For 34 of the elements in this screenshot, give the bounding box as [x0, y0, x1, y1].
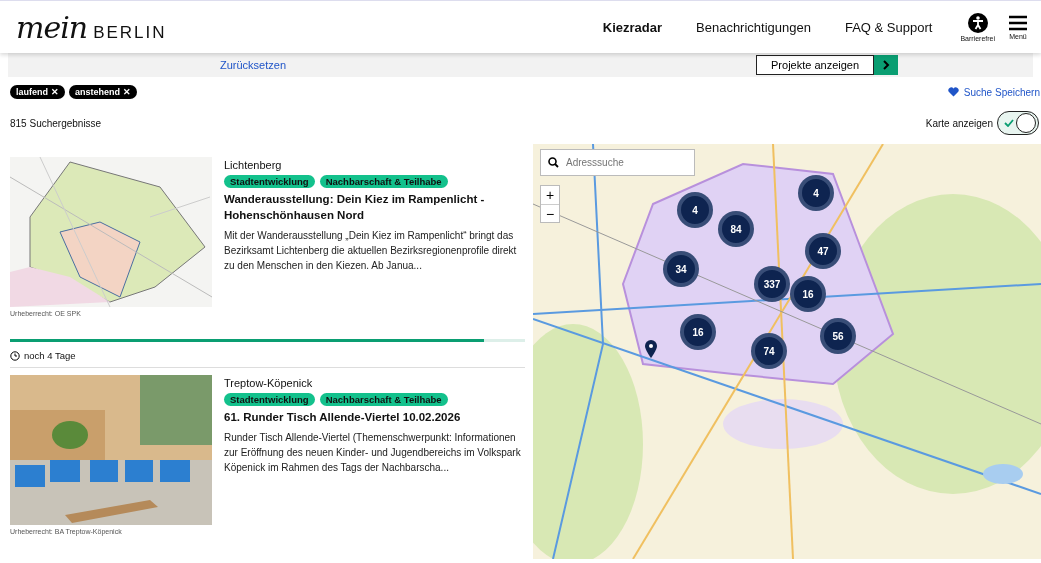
topic-tag: Nachbarschaft & Teilhabe: [319, 175, 448, 188]
logo-wordmark[interactable]: BERLIN: [93, 22, 167, 43]
check-icon: [1004, 119, 1014, 127]
filter-chip[interactable]: anstehend ✕: [69, 85, 138, 99]
project-teaser: Mit der Wanderausstellung „Dein Kiez im Rampenlicht“ bringt das Bezirksamt Lichtenberg die aktuellen Bezirksregionenprofile direkt zu den Menschen in den Kiezen. Ab Janua...: [224, 229, 518, 273]
logo-script[interactable]: mein: [16, 9, 88, 45]
topic-tag: Nachbarschaft & Teilhabe: [319, 393, 448, 406]
map-pin-icon[interactable]: [644, 339, 658, 359]
submit-arrow-button[interactable]: [874, 55, 899, 75]
accessibility-icon: [967, 12, 988, 33]
result-count: 815 Suchergebnisse: [10, 117, 102, 129]
district-label: Lichtenberg: [224, 159, 283, 171]
filter-chip[interactable]: laufend ✕: [10, 85, 65, 99]
project-title[interactable]: 61. Runder Tisch Allende-Viertel 10.02.2026: [224, 409, 525, 425]
chevron-icon: [882, 60, 891, 70]
time-remaining: noch 4 Tage: [24, 350, 76, 361]
search-icon: [548, 157, 559, 168]
save-search-link[interactable]: Suche Speichern: [947, 86, 1040, 98]
district-label: Treptow-Köpenick: [224, 377, 314, 389]
nav-link[interactable]: Kiezradar: [602, 19, 662, 35]
address-search-field[interactable]: Adresssuche: [540, 149, 695, 176]
reset-link[interactable]: Zurücksetzen: [220, 59, 287, 71]
topic-tag: Stadtentwicklung: [224, 393, 315, 406]
topic-tag: Stadtentwicklung: [224, 175, 315, 188]
show-projects-button[interactable]: Projekte anzeigen: [756, 55, 875, 75]
map-toggle-label: Karte anzeigen: [925, 117, 993, 129]
heart-icon: [947, 87, 959, 97]
clock-icon: [10, 350, 20, 361]
nav-link[interactable]: FAQ & Support: [844, 19, 933, 35]
nav-link[interactable]: Benachrichtigungen: [696, 19, 811, 35]
map-toggle[interactable]: [997, 111, 1039, 135]
project-teaser: Runder Tisch Allende-Viertel (Themenschwerpunkt: Informationen zur Eröffnung des neuen Kinder- und Jugendbereichs im Volkspark Köpenick im Rahmen des Tags der Nachbarscha...: [224, 431, 522, 475]
menu-icon: [1009, 14, 1027, 31]
project-title[interactable]: Wanderausstellung: Dein Kiez im Rampenlicht - Hohenschönhausen Nord: [224, 191, 525, 223]
